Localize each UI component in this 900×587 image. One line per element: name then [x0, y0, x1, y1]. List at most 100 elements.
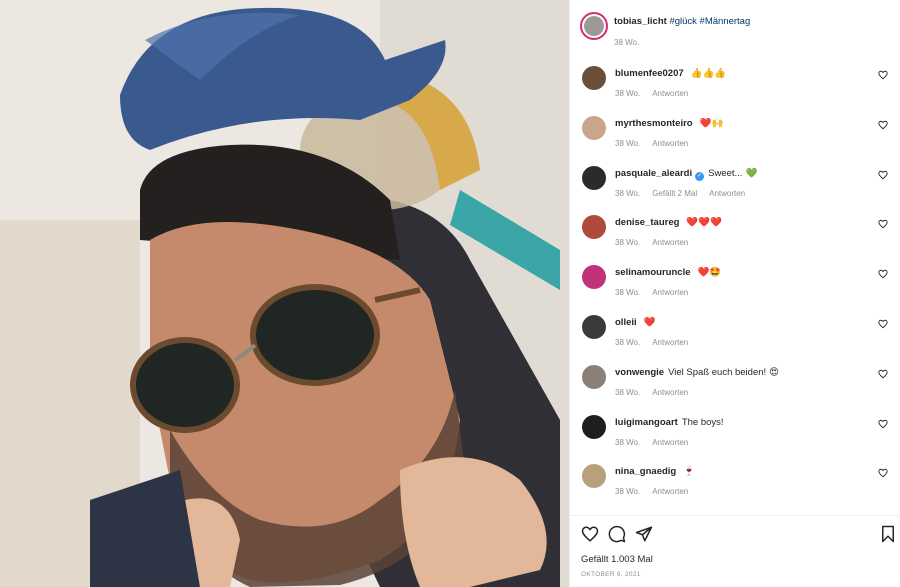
comment-item: myrthesmonteiro ❤️🙌 38 Wo. Antworten	[580, 112, 892, 162]
small-heart-icon[interactable]	[878, 120, 888, 130]
comment-emoji: ❤️🤩	[697, 267, 722, 279]
commenter-avatar[interactable]	[582, 165, 606, 190]
comment-emoji: ❤️	[643, 317, 656, 328]
comment-text: selinamouruncle ❤️🤩	[615, 267, 721, 279]
comment-emoji: 💚	[745, 167, 758, 179]
commenter-avatar[interactable]	[582, 464, 606, 489]
comment-item: olleii ❤️ 38 Wo. Antworten	[580, 311, 892, 361]
small-heart-icon[interactable]	[878, 70, 888, 80]
reply-button[interactable]: Antworten	[652, 139, 688, 148]
commenter-avatar[interactable]	[582, 265, 606, 290]
comment-item: nina_gnaedig 🍷 38 Wo. Antworten	[580, 460, 892, 510]
comment-age: 38 Wo.	[615, 338, 641, 347]
comment-username[interactable]: nina_gnaedig	[615, 466, 676, 477]
reply-button[interactable]: Antworten	[652, 487, 688, 496]
commenter-avatar[interactable]	[582, 364, 606, 389]
heart-outline-icon[interactable]	[581, 525, 599, 543]
comment-meta: 38 Wo. Antworten	[615, 438, 700, 447]
small-heart-icon[interactable]	[878, 369, 888, 379]
comment-text: denise_taureg ❤️❤️❤️	[615, 217, 722, 229]
comment-meta: 38 Wo. Antworten	[615, 288, 700, 297]
comment-meta: 38 Wo. Antworten	[615, 338, 700, 347]
comment-text: nina_gnaedig 🍷	[615, 466, 695, 478]
comment-emoji: ❤️🙌	[699, 117, 724, 129]
comment-username[interactable]: luigimangoart	[615, 417, 678, 428]
reply-button[interactable]: Antworten	[652, 438, 688, 447]
post-photo[interactable]	[0, 0, 569, 587]
paper-plane-icon[interactable]	[635, 525, 653, 543]
post-date: OKTOBER 9, 2021	[581, 571, 641, 578]
small-heart-icon[interactable]	[878, 170, 888, 180]
small-heart-icon[interactable]	[878, 269, 888, 279]
comment-age: 38 Wo.	[615, 437, 641, 447]
bookmark-icon[interactable]	[879, 525, 897, 543]
comment-item: pasquale_aleardi ✓ Sweet... 💚 38 Wo. Gefällt …	[580, 162, 892, 212]
comment-username[interactable]: vonwengie	[615, 367, 664, 378]
comment-meta: 38 Wo. Antworten	[615, 238, 700, 247]
comments-panel: tobias_licht #glück #Männertag 38 Wo. bl…	[569, 0, 900, 587]
comment-text: myrthesmonteiro ❤️🙌	[615, 118, 723, 130]
comment-username[interactable]: myrthesmonteiro	[615, 118, 693, 129]
comment-meta: 38 Wo. Antworten	[615, 487, 700, 496]
comment-username[interactable]: olleii	[615, 317, 637, 328]
caption-age: 38 Wo.	[614, 38, 640, 47]
small-heart-icon[interactable]	[878, 219, 888, 229]
comment-meta: 38 Wo. Antworten	[615, 89, 700, 98]
comment-text: olleii ❤️	[615, 317, 656, 329]
caption-text: tobias_licht #glück #Männertag	[614, 16, 750, 28]
comment-text: luigimangoart The boys!	[615, 417, 727, 429]
comment-text: blumenfee0207 👍👍👍	[615, 68, 726, 80]
small-heart-icon[interactable]	[878, 319, 888, 329]
comment-meta: 38 Wo. Antworten	[615, 388, 700, 397]
comment-body: Sweet...	[708, 167, 743, 179]
comment-text: pasquale_aleardi ✓ Sweet... 💚	[615, 168, 757, 181]
commenter-avatar[interactable]	[582, 66, 606, 90]
author-avatar[interactable]	[580, 12, 608, 40]
post-photo-illustration	[0, 0, 569, 587]
reply-button[interactable]: Antworten	[652, 238, 688, 247]
comment-item: blumenfee0207 👍👍👍 38 Wo. Antworten	[580, 62, 892, 112]
verified-badge-icon: ✓	[695, 171, 705, 181]
reply-button[interactable]: Antworten	[652, 338, 688, 347]
comment-age: 38 Wo.	[615, 288, 641, 298]
comment-age: 38 Wo.	[615, 188, 641, 198]
comment-item: vonwengie Viel Spaß euch beiden! 😍 38 Wo. An…	[580, 361, 892, 411]
comment-meta: 38 Wo. Gefällt 2 Mal Antworten	[615, 189, 757, 198]
comment-age: 38 Wo.	[615, 387, 641, 397]
like-count[interactable]: Gefällt 1.003 Mal	[581, 554, 653, 565]
small-heart-icon[interactable]	[878, 419, 888, 429]
commenter-avatar[interactable]	[582, 115, 606, 140]
reply-button[interactable]: Antworten	[652, 388, 688, 397]
comment-username[interactable]: blumenfee0207	[615, 68, 684, 79]
comment-age: 38 Wo.	[615, 238, 641, 248]
author-username[interactable]: tobias_licht	[614, 16, 667, 27]
commenter-avatar[interactable]	[582, 215, 606, 240]
comment-item: denise_taureg ❤️❤️❤️ 38 Wo. Antworten	[580, 211, 892, 261]
comment-username[interactable]: pasquale_aleardi	[615, 168, 692, 179]
reply-button[interactable]: Antworten	[709, 189, 745, 198]
comment-item: luigimangoart The boys! 38 Wo. Antworten	[580, 411, 892, 461]
comment-like-count[interactable]: Gefällt 2 Mal	[652, 189, 697, 198]
comment-age: 38 Wo.	[615, 487, 641, 497]
post-actions: Gefällt 1.003 Mal OKTOBER 9, 2021	[570, 515, 900, 587]
comment-body: Viel Spaß euch beiden!	[668, 366, 767, 378]
reply-button[interactable]: Antworten	[652, 288, 688, 297]
small-heart-icon[interactable]	[878, 468, 888, 478]
comment-username[interactable]: selinamouruncle	[615, 267, 691, 278]
caption-hashtags[interactable]: #glück #Männertag	[669, 16, 750, 27]
commenter-avatar[interactable]	[582, 414, 606, 439]
comment-emoji: 😍	[769, 366, 780, 378]
comment-emoji: 👍👍👍	[690, 68, 727, 79]
comment-meta: 38 Wo. Antworten	[615, 139, 700, 148]
comment-age: 38 Wo.	[615, 138, 641, 148]
comment-bubble-icon[interactable]	[608, 525, 626, 543]
commenter-avatar[interactable]	[582, 315, 606, 339]
comment-text: vonwengie Viel Spaß euch beiden! 😍	[615, 367, 779, 379]
comment-emoji: 🍷	[683, 466, 696, 478]
comment-username[interactable]: denise_taureg	[615, 217, 679, 228]
comment-item: selinamouruncle ❤️🤩 38 Wo. Antworten	[580, 261, 892, 311]
comment-body: The boys!	[681, 416, 724, 428]
comment-emoji: ❤️❤️❤️	[686, 217, 722, 229]
comment-age: 38 Wo.	[615, 89, 641, 98]
reply-button[interactable]: Antworten	[652, 89, 688, 98]
